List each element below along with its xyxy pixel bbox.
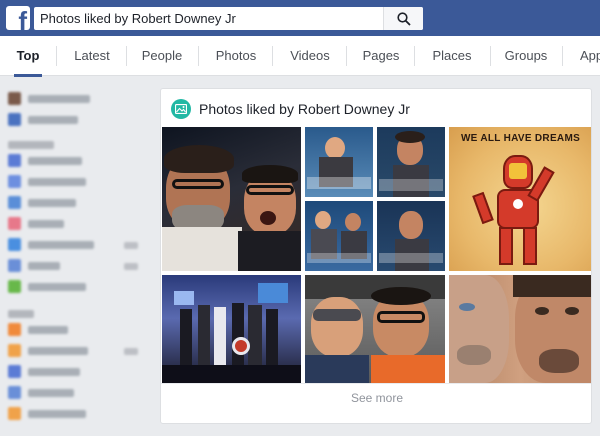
top-bar: f — [0, 0, 600, 36]
sidebar-item[interactable] — [8, 259, 98, 273]
sidebar-item[interactable] — [8, 113, 98, 127]
sidebar-item[interactable] — [8, 238, 98, 252]
tab-divider — [272, 46, 273, 66]
tab-people[interactable]: People — [136, 36, 188, 76]
tab-top[interactable]: Top — [8, 36, 48, 77]
photo-tile[interactable] — [305, 275, 445, 383]
photo-tile[interactable]: WE ALL HAVE DREAMS — [449, 127, 591, 271]
search-icon — [397, 12, 411, 26]
sidebar-count-badge — [124, 263, 138, 270]
photo-tile[interactable] — [162, 127, 301, 271]
tab-divider — [198, 46, 199, 66]
sidebar-item[interactable] — [8, 407, 98, 421]
tab-groups[interactable]: Groups — [500, 36, 552, 76]
tab-divider — [126, 46, 127, 66]
tab-divider — [490, 46, 491, 66]
sidebar-item[interactable] — [8, 386, 98, 400]
sidebar-count-badge — [124, 242, 138, 249]
photos-icon — [171, 99, 191, 119]
sidebar-section-header — [8, 310, 34, 318]
poster-text: WE ALL HAVE DREAMS — [460, 133, 581, 144]
sidebar-item[interactable] — [8, 154, 98, 168]
tab-divider — [562, 46, 563, 66]
tab-divider — [414, 46, 415, 66]
facebook-logo-icon[interactable]: f — [6, 6, 30, 30]
see-more-link[interactable]: See more — [161, 391, 591, 405]
search-tabs: Top Latest People Photos Videos Pages Pl… — [0, 36, 600, 77]
search-button[interactable] — [383, 7, 423, 30]
tab-pages[interactable]: Pages — [356, 36, 406, 76]
sidebar-item[interactable] — [8, 280, 98, 294]
search-input[interactable] — [34, 7, 384, 30]
sidebar-item[interactable] — [8, 217, 98, 231]
tab-divider — [56, 46, 57, 66]
card-divider — [161, 383, 591, 384]
photo-tile[interactable] — [449, 275, 591, 383]
sidebar-item[interactable] — [8, 365, 98, 379]
sidebar-item[interactable] — [8, 323, 98, 337]
tab-latest[interactable]: Latest — [66, 36, 118, 76]
sidebar-item[interactable] — [8, 344, 98, 358]
search-box — [34, 7, 423, 30]
tab-photos[interactable]: Photos — [208, 36, 264, 76]
sidebar-item[interactable] — [8, 196, 98, 210]
card-title: Photos liked by Robert Downey Jr — [199, 101, 410, 117]
photos-results-card: Photos liked by Robert Downey Jr WE ALL … — [160, 88, 592, 424]
tab-videos[interactable]: Videos — [282, 36, 338, 76]
photo-tile[interactable] — [162, 275, 301, 383]
sidebar-item[interactable] — [8, 92, 98, 106]
sidebar-section-header — [8, 141, 54, 149]
sidebar-item[interactable] — [8, 175, 98, 189]
left-sidebar — [0, 76, 150, 436]
tab-divider — [346, 46, 347, 66]
tab-apps[interactable]: App — [572, 36, 600, 76]
photo-tile[interactable] — [305, 127, 445, 271]
sidebar-count-badge — [124, 348, 138, 355]
tab-places[interactable]: Places — [424, 36, 480, 76]
